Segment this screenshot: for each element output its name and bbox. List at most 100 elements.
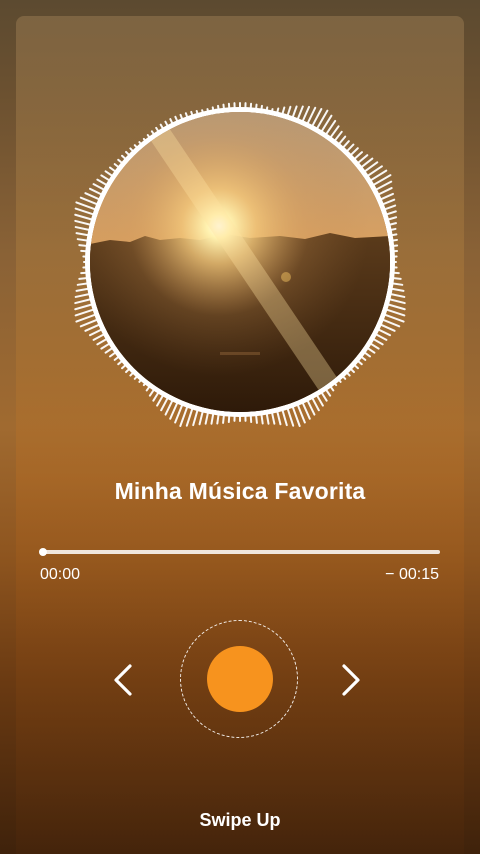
- visualizer-bar: [280, 106, 286, 117]
- visualizer-bar: [129, 147, 136, 154]
- visualizer-bar: [184, 112, 190, 121]
- visualizer-bar: [275, 107, 280, 116]
- visualizer-bar: [125, 150, 132, 158]
- next-button[interactable]: [330, 660, 370, 700]
- visualizer-bar: [388, 233, 398, 237]
- visualizer-bar: [76, 238, 91, 242]
- visualizer-bar: [138, 377, 144, 383]
- visualizer-bar: [74, 207, 97, 217]
- visualizer-bar: [388, 287, 405, 292]
- visualizer-bar: [96, 337, 110, 346]
- visualizer-bar: [355, 358, 363, 366]
- visualizer-bar: [100, 174, 113, 183]
- visualizer-bar: [156, 392, 165, 407]
- visualizer-bar: [146, 134, 152, 141]
- visualizer-bar: [385, 302, 406, 311]
- play-button[interactable]: [207, 646, 273, 712]
- visualizer-bar: [379, 198, 396, 207]
- visualizer-bar: [370, 337, 384, 346]
- visualizer-bar: [285, 405, 295, 427]
- sunset-image: [90, 112, 390, 412]
- visualizer-bar: [361, 350, 371, 358]
- visualizer-bar: [74, 302, 95, 311]
- visualizer-bar: [80, 271, 90, 275]
- visualizer-bar: [344, 143, 355, 154]
- visualizer-bar: [383, 210, 397, 217]
- visualizer-bar: [390, 276, 402, 280]
- visualizer-bar: [133, 144, 140, 151]
- visualizer-bar: [227, 412, 231, 424]
- visualizer-bar: [96, 178, 110, 187]
- visualizer-bar: [142, 380, 148, 387]
- visualizer-bar: [198, 408, 205, 426]
- visualizer-bar: [204, 409, 210, 425]
- visualizer-bar: [254, 103, 258, 112]
- visualizer-bar: [386, 297, 406, 305]
- visualizer-bar: [148, 387, 157, 397]
- visualizer-bar: [328, 383, 335, 392]
- visualizer-bar: [121, 154, 129, 162]
- visualizer-bar: [260, 411, 264, 425]
- visualizer-bar: [385, 216, 398, 222]
- visualizer-bar: [260, 104, 263, 113]
- visualizer-bar: [375, 327, 392, 337]
- visualizer-bar: [265, 106, 269, 114]
- visualizer-bar: [74, 213, 95, 222]
- visualizer-bar: [164, 120, 170, 129]
- visualizer-bar: [109, 166, 119, 174]
- progress-knob[interactable]: [39, 548, 47, 556]
- visualizer-bar: [179, 113, 185, 123]
- visualizer-bar: [74, 226, 93, 232]
- visualizer-bar: [195, 109, 200, 117]
- visualizer-bar: [386, 222, 397, 227]
- progress-bar[interactable]: [39, 548, 440, 556]
- visualizer-bar: [222, 103, 226, 112]
- visualizer-bar: [169, 118, 175, 127]
- visualizer-bar: [315, 109, 329, 132]
- swipe-up-hint[interactable]: Swipe Up: [0, 810, 480, 831]
- visualizer-bar: [332, 130, 343, 144]
- visualizer-bar: [319, 389, 328, 402]
- chevron-right-icon: [342, 664, 360, 696]
- visualizer-bar: [150, 130, 157, 137]
- visualizer-bar: [254, 412, 258, 424]
- visualizer-bar: [295, 105, 304, 123]
- visualizer-bar: [74, 219, 94, 227]
- visualizer-bar: [145, 383, 152, 392]
- visualizer-bar: [104, 345, 115, 354]
- visualizer-bar: [201, 109, 205, 116]
- visualizer-bar: [152, 389, 161, 402]
- visualizer-bar: [373, 332, 388, 341]
- visualizer-bar: [348, 366, 355, 374]
- visualizer-bar: [390, 271, 400, 275]
- track-title: Minha Música Favorita: [114, 478, 366, 504]
- visualizer-bar: [351, 151, 363, 162]
- visualizer-bar: [270, 409, 276, 425]
- visualizer-bar: [270, 108, 274, 115]
- visualizer-bar: [155, 126, 161, 135]
- music-player-screen: Minha Música Favorita 00:00 − 00:15 Swip…: [0, 0, 480, 854]
- chevron-left-icon: [114, 664, 132, 696]
- visualizer-bar: [74, 307, 97, 317]
- visualizer-bar: [348, 147, 359, 158]
- visualizer-bar: [76, 282, 91, 286]
- visualizer-bar: [216, 411, 220, 425]
- visualizer-bar: [381, 204, 397, 212]
- visualizer-bar: [125, 366, 132, 374]
- visualizer-bar: [315, 392, 324, 407]
- visualizer-bar: [100, 341, 113, 350]
- visualizer-bar: [142, 137, 148, 144]
- visualizer-bar: [377, 192, 394, 202]
- visualizer-bar: [113, 354, 122, 361]
- remaining-time: − 00:15: [385, 566, 439, 583]
- elapsed-time: 00:00: [40, 566, 81, 583]
- visualizer-bar: [129, 370, 136, 377]
- visualizer-bar: [88, 187, 105, 197]
- previous-button[interactable]: [104, 660, 144, 700]
- visualizer-bar: [104, 170, 115, 179]
- album-art-area: [70, 100, 410, 430]
- visualizer-bar: [88, 327, 105, 337]
- visualizer-bar: [74, 297, 94, 305]
- visualizer-bar: [192, 407, 200, 427]
- visualizer-bar: [78, 244, 90, 248]
